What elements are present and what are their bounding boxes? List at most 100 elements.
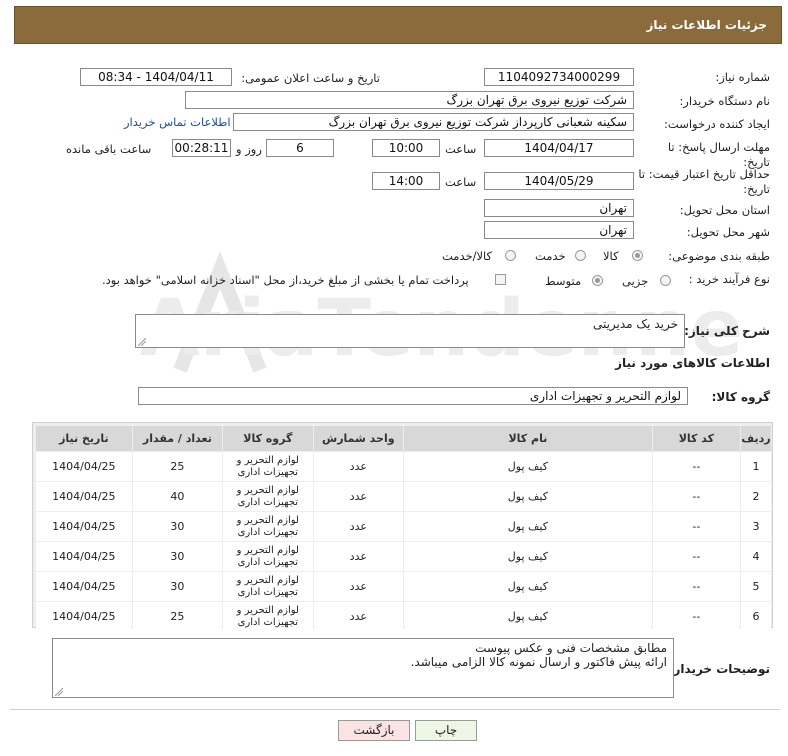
remaining-time-field[interactable]: 00:28:11 [172,139,231,157]
table-header-row: ردیف کد کالا نام کالا واحد شمارش گروه کا… [36,426,771,451]
cell-item-code: -- [652,602,741,631]
category-service-label: خدمت [535,249,566,263]
goods-info-title: اطلاعات کالاهای مورد نیاز [615,356,770,370]
requester-label: ایجاد کننده درخواست: [664,117,770,131]
col-header-quantity: تعداد / مقدار [132,426,223,451]
page-title: جزئیات اطلاعات نیاز [646,18,767,32]
col-header-unit: واحد شمارش [313,426,404,451]
cell-item-name: کیف پول [404,482,652,511]
cell-unit: عدد [313,482,404,511]
buyer-notes-line-1: مطابق مشخصات فنی و عکس پیوست [475,641,667,655]
summary-label: شرح کلی نیاز: [684,324,770,338]
cell-row-number: 3 [741,512,771,541]
validity-date-field[interactable]: 1404/05/29 [484,172,634,190]
announce-label: تاریخ و ساعت اعلان عمومی: [241,71,380,85]
validity-time-field[interactable]: 14:00 [372,172,440,190]
category-radio-goods[interactable] [632,250,643,261]
category-both-label: کالا/خدمت [442,249,493,263]
cell-item-group: لوازم التحریر و تجهیزات اداری [223,482,313,511]
reply-deadline-label: مهلت ارسال پاسخ: تا تاریخ: [667,140,770,169]
need-number-label: شماره نیاز: [715,70,770,84]
process-medium-label: متوسط [545,274,582,288]
cell-item-name: کیف پول [404,542,652,571]
category-radio-service[interactable] [575,250,586,261]
category-goods-label: کالا [603,249,619,263]
cell-unit: عدد [313,602,404,631]
process-radio-minor[interactable] [660,275,671,286]
city-field[interactable]: تهران [484,221,634,239]
cell-need-date: 1404/04/25 [36,512,132,541]
cell-quantity: 30 [132,572,223,601]
resize-grip-icon[interactable] [138,338,146,346]
cell-unit: عدد [313,512,404,541]
summary-textarea[interactable]: خرید یک مدیریتی [135,314,685,348]
cell-need-date: 1404/04/25 [36,602,132,631]
col-header-item-code: کد کالا [652,426,741,451]
province-field[interactable]: تهران [484,199,634,217]
buyer-org-label: نام دستگاه خریدار: [679,94,770,108]
table-row: 4 -- کیف پول عدد لوازم التحریر و تجهیزات ادا… [36,542,771,571]
category-radio-both[interactable] [505,250,516,261]
cell-item-group: لوازم التحریر و تجهیزات اداری [223,512,313,541]
cell-quantity: 25 [132,602,223,631]
cell-unit: عدد [313,452,404,481]
cell-item-code: -- [652,482,741,511]
buyer-org-field[interactable]: شرکت توزیع نیروی برق تهران بزرگ [185,91,634,109]
process-radio-medium[interactable] [592,275,603,286]
page-header: جزئیات اطلاعات نیاز [14,6,782,44]
cell-item-code: -- [652,452,741,481]
back-button[interactable]: بازگشت [338,720,410,741]
cell-item-group: لوازم التحریر و تجهیزات اداری [223,542,313,571]
announce-field[interactable]: 1404/04/11 - 08:34 [80,68,232,86]
items-table-container: ردیف کد کالا نام کالا واحد شمارش گروه کا… [32,422,773,631]
print-button[interactable]: چاپ [415,720,477,741]
province-label: استان محل تحویل: [679,203,770,217]
cell-row-number: 2 [741,482,771,511]
validity-time-label: ساعت [445,175,477,189]
buyer-notes-label: توضیحات خریدار: [668,662,770,676]
buyer-notes-line-2: ارائه پیش فاکتور و ارسال نمونه کالا الزا… [410,655,667,669]
cell-item-name: کیف پول [404,602,652,631]
remaining-label: ساعت باقی مانده [66,142,152,156]
cell-row-number: 1 [741,452,771,481]
cell-item-name: کیف پول [404,512,652,541]
process-minor-label: جزیی [622,274,649,288]
cell-unit: عدد [313,572,404,601]
resize-grip-icon[interactable] [55,688,63,696]
reply-time-field[interactable]: 10:00 [372,139,440,157]
goods-group-field[interactable]: لوازم التحریر و تجهیزات اداری [138,387,688,405]
days-label: روز و [236,142,262,156]
cell-item-group: لوازم التحریر و تجهیزات اداری [223,452,313,481]
need-number-field[interactable]: 1104092734000299 [484,68,634,86]
cell-quantity: 40 [132,482,223,511]
buyer-contact-link[interactable]: اطلاعات تماس خریدار [124,115,231,129]
cell-row-number: 4 [741,542,771,571]
items-table: ردیف کد کالا نام کالا واحد شمارش گروه کا… [35,425,772,632]
col-header-need-date: تاریخ نیاز [36,426,132,451]
city-label: شهر محل تحویل: [686,225,770,239]
cell-row-number: 6 [741,602,771,631]
col-header-item-group: گروه کالا [223,426,313,451]
cell-unit: عدد [313,542,404,571]
cell-item-group: لوازم التحریر و تجهیزات اداری [223,602,313,631]
summary-text: خرید یک مدیریتی [592,317,678,331]
cell-need-date: 1404/04/25 [36,482,132,511]
table-row: 2 -- کیف پول عدد لوازم التحریر و تجهیزات ادا… [36,482,771,511]
process-type-label: نوع فرآیند خرید : [688,272,770,286]
treasury-payment-checkbox[interactable] [495,274,506,285]
category-label: طبقه بندی موضوعی: [668,249,770,263]
days-field[interactable]: 6 [266,139,334,157]
table-row: 6 -- کیف پول عدد لوازم التحریر و تجهیزات ادا… [36,602,771,631]
cell-item-group: لوازم التحریر و تجهیزات اداری [223,572,313,601]
cell-item-name: کیف پول [404,452,652,481]
reply-date-field[interactable]: 1404/04/17 [484,139,634,157]
col-header-item-name: نام کالا [404,426,652,451]
table-row: 3 -- کیف پول عدد لوازم التحریر و تجهیزات ادا… [36,512,771,541]
buyer-notes-textarea[interactable]: مطابق مشخصات فنی و عکس پیوست ارائه پیش ف… [52,638,674,698]
cell-need-date: 1404/04/25 [36,542,132,571]
cell-quantity: 30 [132,542,223,571]
price-validity-label: حداقل تاریخ اعتبار قیمت: تا تاریخ: [638,167,770,196]
cell-quantity: 25 [132,452,223,481]
requester-field[interactable]: سکینه شعبانی کارپرداز شرکت توزیع نیروی ب… [233,113,634,131]
cell-quantity: 30 [132,512,223,541]
